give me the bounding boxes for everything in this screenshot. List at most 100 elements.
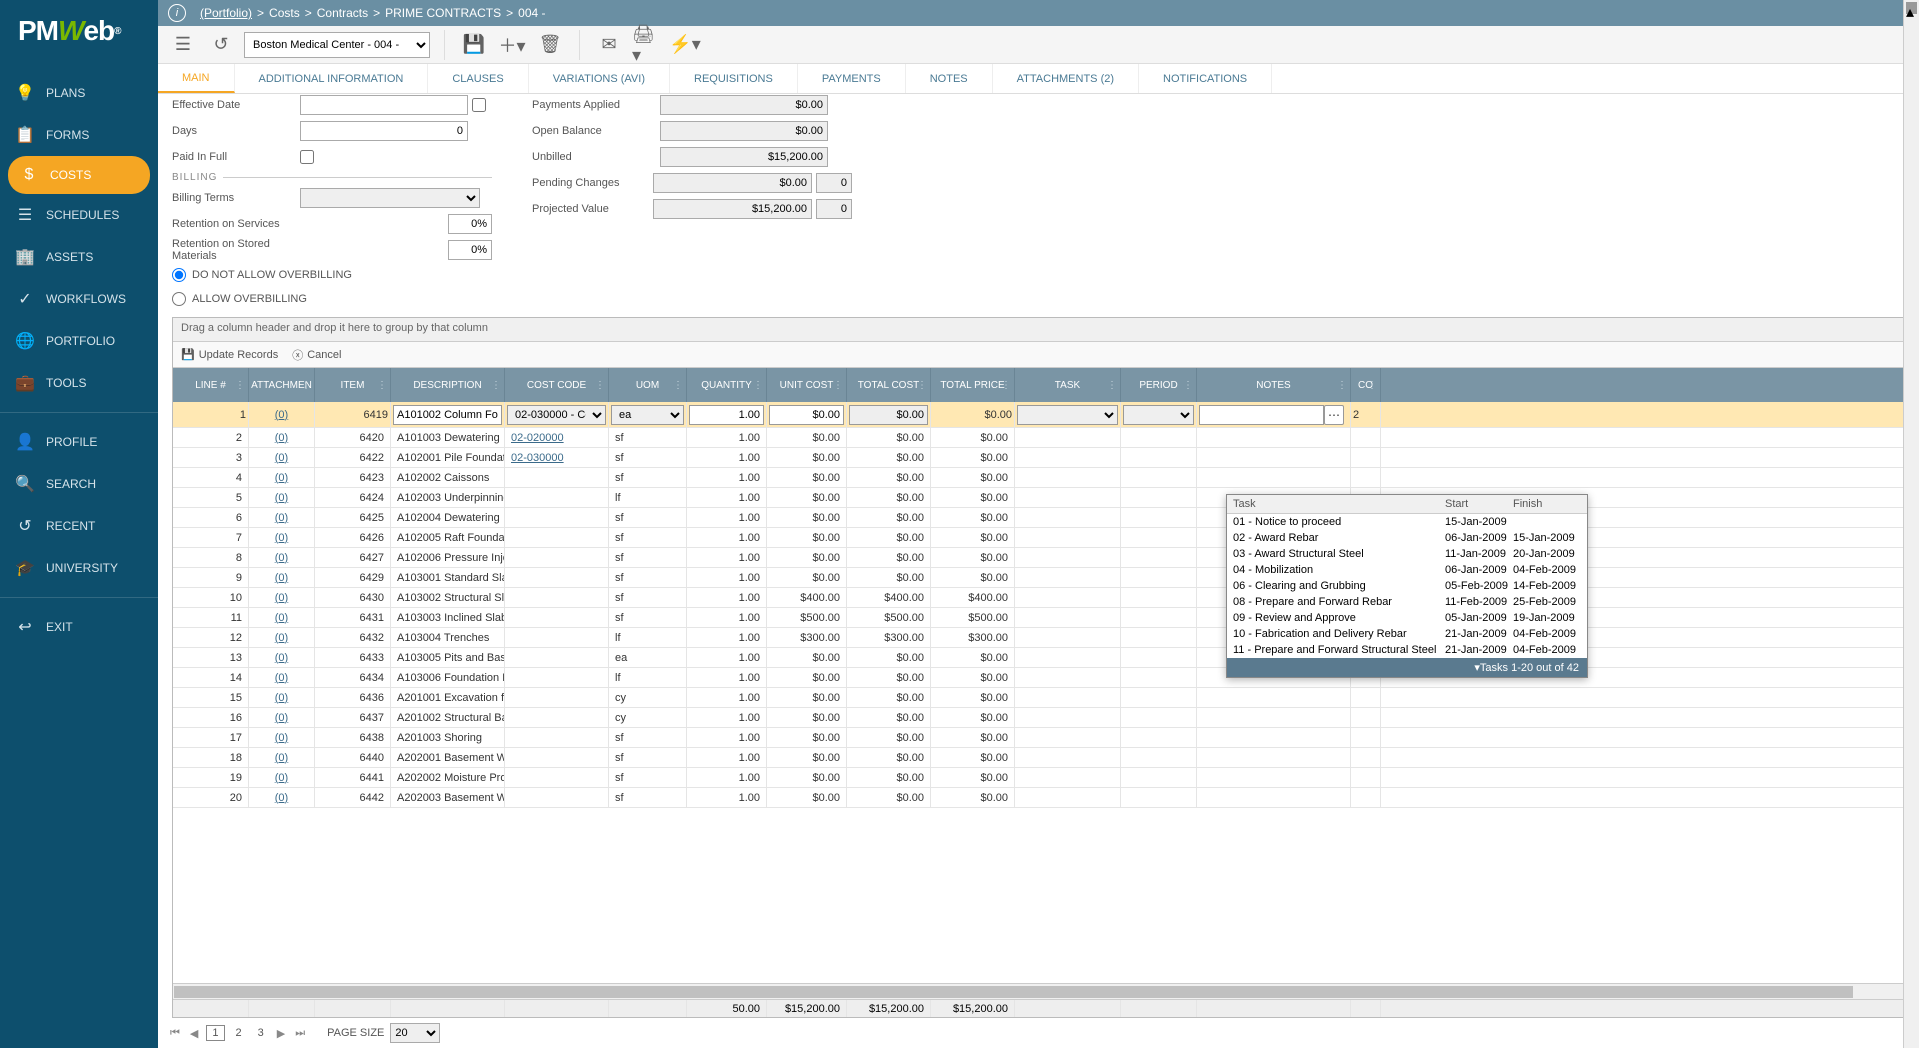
grid-row[interactable]: 10(0)6430A103002 Structural Slabsf1.00$4… — [173, 588, 1904, 608]
attachment-link[interactable]: (0) — [275, 632, 288, 644]
attachment-link[interactable]: (0) — [275, 652, 288, 664]
grid-row[interactable]: 8(0)6427A102006 Pressure Injectsf1.00$0.… — [173, 548, 1904, 568]
col-header-co[interactable]: CO⋮ — [1351, 368, 1381, 402]
attachment-link[interactable]: (0) — [275, 752, 288, 764]
grid-row[interactable]: 2(0)6420A101003 Dewatering02-020000sf1.0… — [173, 428, 1904, 448]
pager-page-3[interactable]: 3 — [253, 1026, 269, 1040]
record-selector[interactable]: Boston Medical Center - 004 - — [244, 32, 430, 58]
col-header-cost-code[interactable]: COST CODE⋮ — [505, 368, 609, 402]
nav-portfolio[interactable]: 🌐PORTFOLIO — [0, 320, 158, 362]
attachment-link[interactable]: (0) — [275, 492, 288, 504]
edit-qty[interactable] — [689, 405, 764, 425]
nav-exit[interactable]: ↩EXIT — [0, 606, 158, 648]
no-overbilling-radio[interactable] — [172, 268, 186, 282]
cancel-button[interactable]: ⓧ Cancel — [292, 347, 341, 363]
nav-search[interactable]: 🔍SEARCH — [0, 463, 158, 505]
task-option[interactable]: 03 - Award Structural Steel11-Jan-200920… — [1227, 546, 1587, 562]
attachment-link[interactable]: (0) — [275, 572, 288, 584]
attachment-link[interactable]: (0) — [275, 512, 288, 524]
col-header-period[interactable]: PERIOD⋮ — [1121, 368, 1197, 402]
task-option[interactable]: 10 - Fabrication and Delivery Rebar21-Ja… — [1227, 626, 1587, 642]
edit-period[interactable] — [1123, 405, 1194, 425]
breadcrumb-contracts[interactable]: Contracts — [317, 6, 368, 20]
days-input[interactable] — [300, 121, 468, 141]
col-header-task[interactable]: TASK⋮ — [1015, 368, 1121, 402]
attachment-link[interactable]: (0) — [275, 592, 288, 604]
grid-row[interactable]: 3(0)6422A102001 Pile Foundation02-030000… — [173, 448, 1904, 468]
task-popup-footer[interactable]: ▾Tasks 1-20 out of 42 — [1227, 658, 1587, 677]
task-option[interactable]: 01 - Notice to proceed15-Jan-2009 — [1227, 514, 1587, 530]
edit-unitcost[interactable] — [769, 405, 844, 425]
delete-icon[interactable]: 🗑 — [535, 30, 565, 60]
page-size-select[interactable]: 20 — [390, 1023, 440, 1043]
attachment-link[interactable]: (0) — [275, 772, 288, 784]
pager-next-icon[interactable]: ▶ — [275, 1027, 287, 1040]
list-icon[interactable]: ☰ — [168, 30, 198, 60]
col-header-line-[interactable]: LINE #⋮ — [173, 368, 249, 402]
col-header-notes[interactable]: NOTES⋮ — [1197, 368, 1351, 402]
attachment-link[interactable]: (0) — [275, 672, 288, 684]
attachment-link[interactable]: (0) — [275, 612, 288, 624]
page-v-scrollbar[interactable]: ▴ — [1903, 0, 1919, 1048]
task-option[interactable]: 04 - Mobilization06-Jan-200904-Feb-2009 — [1227, 562, 1587, 578]
col-header-total-cost[interactable]: TOTAL COST⋮ — [847, 368, 931, 402]
info-icon[interactable]: i — [168, 4, 186, 22]
col-header-quantity[interactable]: QUANTITY⋮ — [687, 368, 767, 402]
grid-row[interactable]: 4(0)6423A102002 Caissonssf1.00$0.00$0.00… — [173, 468, 1904, 488]
task-option[interactable]: 06 - Clearing and Grubbing05-Feb-200914-… — [1227, 578, 1587, 594]
edit-costcode[interactable]: 02-030000 - Concr — [507, 405, 606, 425]
col-header-description[interactable]: DESCRIPTION⋮ — [391, 368, 505, 402]
pager-last-icon[interactable]: ⏭ — [293, 1027, 307, 1040]
paid-in-full-check[interactable] — [300, 150, 314, 164]
attachment-link[interactable]: (0) — [275, 712, 288, 724]
nav-assets[interactable]: 🏢ASSETS — [0, 236, 158, 278]
effective-date-input[interactable] — [300, 95, 468, 115]
attachment-link[interactable]: (0) — [275, 452, 288, 464]
col-header-total-price[interactable]: TOTAL PRICE⋮ — [931, 368, 1015, 402]
grid-row[interactable]: 6(0)6425A102004 Dewateringsf1.00$0.00$0.… — [173, 508, 1904, 528]
grid-row[interactable]: 13(0)6433A103005 Pits and Basesea1.00$0.… — [173, 648, 1904, 668]
task-option[interactable]: 02 - Award Rebar06-Jan-200915-Jan-2009 — [1227, 530, 1587, 546]
edit-notes[interactable] — [1199, 405, 1324, 425]
nav-workflows[interactable]: ✓WORKFLOWS — [0, 278, 158, 320]
allow-overbilling-radio[interactable] — [172, 292, 186, 306]
breadcrumb-004[interactable]: 004 - — [518, 6, 545, 20]
pager-page-2[interactable]: 2 — [231, 1026, 247, 1040]
ret-services-input[interactable] — [448, 214, 492, 234]
tab-notifications[interactable]: NOTIFICATIONS — [1139, 64, 1272, 93]
breadcrumb-prime[interactable]: PRIME CONTRACTS — [385, 6, 501, 20]
nav-costs[interactable]: $COSTS — [8, 156, 150, 194]
attachment-link[interactable]: (0) — [275, 692, 288, 704]
print-icon[interactable]: 🖨▾ — [632, 30, 662, 60]
grid-row[interactable]: 20(0)6442A202003 Basement Wallsf1.00$0.0… — [173, 788, 1904, 808]
bolt-icon[interactable]: ⚡▾ — [670, 30, 700, 60]
attachment-link[interactable]: (0) — [275, 532, 288, 544]
pager-first-icon[interactable]: ⏮ — [168, 1027, 182, 1040]
col-header-uom[interactable]: UOM⋮ — [609, 368, 687, 402]
grid-row[interactable]: 19(0)6441A202002 Moisture Protesf1.00$0.… — [173, 768, 1904, 788]
nav-profile[interactable]: 👤PROFILE — [0, 421, 158, 463]
grid-row[interactable]: 16(0)6437A201002 Structural Backcy1.00$0… — [173, 708, 1904, 728]
task-option[interactable]: 09 - Review and Approve05-Jan-200919-Jan… — [1227, 610, 1587, 626]
edit-task[interactable] — [1017, 405, 1118, 425]
breadcrumb-portfolio[interactable]: (Portfolio) — [200, 6, 252, 20]
pager-page-1[interactable]: 1 — [206, 1025, 224, 1041]
update-records-button[interactable]: 💾 Update Records — [181, 348, 278, 361]
grid-h-scrollbar[interactable] — [173, 983, 1904, 999]
grid-row[interactable]: 11(0)6431A103003 Inclined Slab-Osf1.00$5… — [173, 608, 1904, 628]
pager-prev-icon[interactable]: ◀ — [188, 1027, 200, 1040]
nav-tools[interactable]: 💼TOOLS — [0, 362, 158, 404]
grid-row[interactable]: 14(0)6434A103006 Foundation Dralf1.00$0.… — [173, 668, 1904, 688]
email-icon[interactable]: ✉ — [594, 30, 624, 60]
ret-materials-input[interactable] — [448, 240, 492, 260]
grid-row[interactable]: 12(0)6432A103004 Trencheslf1.00$300.00$3… — [173, 628, 1904, 648]
attachment-link[interactable]: (0) — [275, 732, 288, 744]
grid-row[interactable]: 15(0)6436A201001 Excavation for Bcy1.00$… — [173, 688, 1904, 708]
col-header-item[interactable]: ITEM⋮ — [315, 368, 391, 402]
tab-clauses[interactable]: CLAUSES — [428, 64, 528, 93]
tab-attachments-2-[interactable]: ATTACHMENTS (2) — [993, 64, 1139, 93]
tab-variations-avi-[interactable]: VARIATIONS (AVI) — [529, 64, 670, 93]
nav-plans[interactable]: 💡PLANS — [0, 72, 158, 114]
nav-schedules[interactable]: ☰SCHEDULES — [0, 194, 158, 236]
save-icon[interactable]: 💾 — [459, 30, 489, 60]
